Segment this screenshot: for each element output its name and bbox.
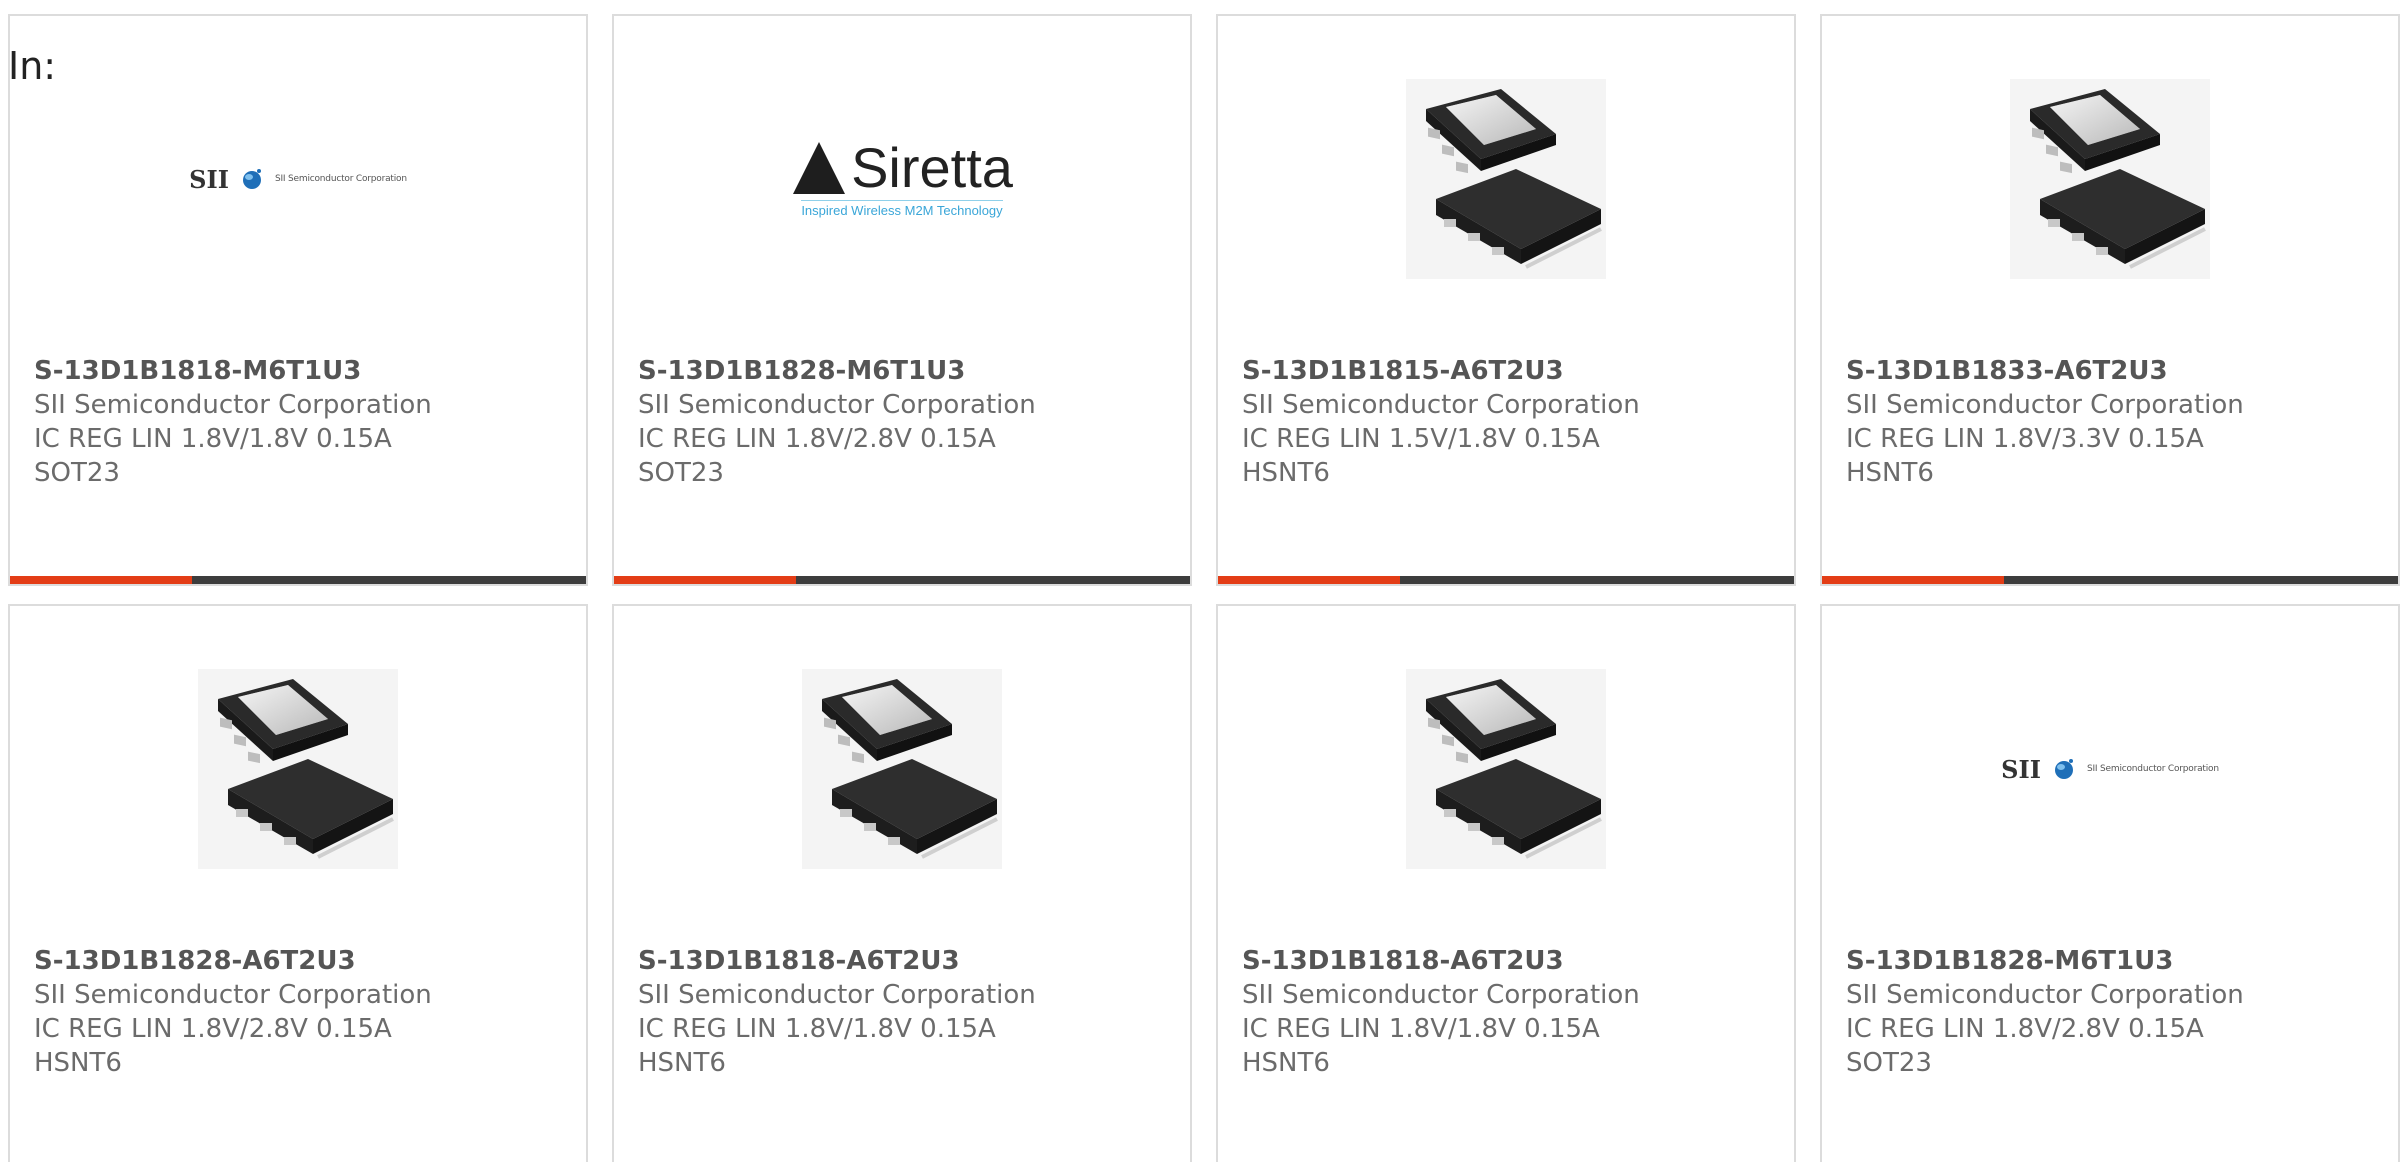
- manufacturer: SII Semiconductor Corporation: [1846, 390, 2244, 420]
- product-info: S-13D1B1828-M6T1U3 SII Semiconductor Cor…: [1846, 944, 2388, 1080]
- globe-icon: [2054, 759, 2073, 779]
- manufacturer: SII Semiconductor Corporation: [34, 980, 432, 1010]
- product-card[interactable]: S-13D1B1828-A6T2U3 SII Semiconductor Cor…: [8, 604, 588, 1162]
- product-info: S-13D1B1815-A6T2U3 SII Semiconductor Cor…: [1242, 354, 1784, 490]
- card-accent-bar: [10, 576, 192, 584]
- product-image: [10, 664, 586, 874]
- product-info: S-13D1B1833-A6T2U3 SII Semiconductor Cor…: [1846, 354, 2388, 490]
- part-number[interactable]: S-13D1B1818-M6T1U3: [34, 354, 576, 388]
- in-label: In:: [8, 44, 57, 88]
- description: IC REG LIN 1.8V/2.8V 0.15A: [34, 1014, 392, 1044]
- description: IC REG LIN 1.8V/2.8V 0.15A: [1846, 1014, 2204, 1044]
- description: IC REG LIN 1.5V/1.8V 0.15A: [1242, 424, 1600, 454]
- card-accent-bar: [1218, 576, 1400, 584]
- product-grid-page: In: SII SII Semiconductor Corporation S-…: [0, 0, 2400, 1162]
- product-info: S-13D1B1818-A6T2U3 SII Semiconductor Cor…: [638, 944, 1180, 1080]
- manufacturer: SII Semiconductor Corporation: [1242, 980, 1640, 1010]
- product-info: S-13D1B1818-A6T2U3 SII Semiconductor Cor…: [1242, 944, 1784, 1080]
- package: HSNT6: [34, 1048, 122, 1078]
- product-image: [1218, 74, 1794, 284]
- product-info: S-13D1B1828-A6T2U3 SII Semiconductor Cor…: [34, 944, 576, 1080]
- product-card[interactable]: SII SII Semiconductor Corporation S-13D1…: [8, 14, 588, 586]
- siretta-tagline: Inspired Wireless M2M Technology: [801, 200, 1003, 218]
- product-card[interactable]: S-13D1B1815-A6T2U3 SII Semiconductor Cor…: [1216, 14, 1796, 586]
- package: SOT23: [1846, 1048, 1932, 1078]
- manufacturer: SII Semiconductor Corporation: [1242, 390, 1640, 420]
- part-number[interactable]: S-13D1B1818-A6T2U3: [1242, 944, 1784, 978]
- package: HSNT6: [1242, 1048, 1330, 1078]
- product-card[interactable]: S-13D1B1818-A6T2U3 SII Semiconductor Cor…: [612, 604, 1192, 1162]
- product-image: [1822, 74, 2398, 284]
- manufacturer: SII Semiconductor Corporation: [34, 390, 432, 420]
- card-accent-bar: [614, 576, 796, 584]
- chip-package-icon: [1406, 79, 1606, 279]
- manufacturer: SII Semiconductor Corporation: [1846, 980, 2244, 1010]
- chip-package-icon: [802, 669, 1002, 869]
- product-image: [614, 664, 1190, 874]
- part-number[interactable]: S-13D1B1828-M6T1U3: [1846, 944, 2388, 978]
- description: IC REG LIN 1.8V/1.8V 0.15A: [34, 424, 392, 454]
- part-number[interactable]: S-13D1B1818-A6T2U3: [638, 944, 1180, 978]
- product-info: S-13D1B1828-M6T1U3 SII Semiconductor Cor…: [638, 354, 1180, 490]
- sii-logo-sub: SII Semiconductor Corporation: [2086, 764, 2219, 774]
- chip-package-icon: [2010, 79, 2210, 279]
- chip-package-icon: [198, 669, 398, 869]
- card-bottom-bar: [1822, 576, 2398, 584]
- card-bottom-bar: [614, 576, 1190, 584]
- package: SOT23: [638, 458, 724, 488]
- chip-package-icon: [1406, 669, 1606, 869]
- manufacturer: SII Semiconductor Corporation: [638, 980, 1036, 1010]
- product-info: S-13D1B1818-M6T1U3 SII Semiconductor Cor…: [34, 354, 576, 490]
- manufacturer: SII Semiconductor Corporation: [638, 390, 1036, 420]
- sii-logo-mark: SII: [2001, 754, 2041, 784]
- sii-logo-sub: SII Semiconductor Corporation: [274, 174, 407, 184]
- globe-icon: [242, 169, 261, 189]
- product-image: SII SII Semiconductor Corporation: [1822, 664, 2398, 874]
- card-bottom-bar: [10, 576, 586, 584]
- package: HSNT6: [1846, 458, 1934, 488]
- product-card[interactable]: SII SII Semiconductor Corporation S-13D1…: [1820, 604, 2400, 1162]
- product-grid: SII SII Semiconductor Corporation S-13D1…: [8, 14, 2400, 1162]
- package: HSNT6: [1242, 458, 1330, 488]
- product-image: [1218, 664, 1794, 874]
- description: IC REG LIN 1.8V/1.8V 0.15A: [1242, 1014, 1600, 1044]
- sii-logo: SII SII Semiconductor Corporation: [2001, 755, 2219, 784]
- siretta-triangle-icon: [793, 142, 846, 194]
- package: SOT23: [34, 458, 120, 488]
- siretta-logo: Siretta Inspired Wireless M2M Technology: [791, 140, 1013, 218]
- product-card[interactable]: Siretta Inspired Wireless M2M Technology…: [612, 14, 1192, 586]
- part-number[interactable]: S-13D1B1828-A6T2U3: [34, 944, 576, 978]
- product-card[interactable]: S-13D1B1818-A6T2U3 SII Semiconductor Cor…: [1216, 604, 1796, 1162]
- part-number[interactable]: S-13D1B1833-A6T2U3: [1846, 354, 2388, 388]
- part-number[interactable]: S-13D1B1828-M6T1U3: [638, 354, 1180, 388]
- description: IC REG LIN 1.8V/1.8V 0.15A: [638, 1014, 996, 1044]
- part-number[interactable]: S-13D1B1815-A6T2U3: [1242, 354, 1784, 388]
- description: IC REG LIN 1.8V/3.3V 0.15A: [1846, 424, 2204, 454]
- sii-logo: SII SII Semiconductor Corporation: [189, 165, 407, 194]
- product-image: Siretta Inspired Wireless M2M Technology: [614, 74, 1190, 284]
- package: HSNT6: [638, 1048, 726, 1078]
- product-image: SII SII Semiconductor Corporation: [10, 74, 586, 284]
- product-card[interactable]: S-13D1B1833-A6T2U3 SII Semiconductor Cor…: [1820, 14, 2400, 586]
- card-bottom-bar: [1218, 576, 1794, 584]
- description: IC REG LIN 1.8V/2.8V 0.15A: [638, 424, 996, 454]
- card-accent-bar: [1822, 576, 2004, 584]
- sii-logo-mark: SII: [189, 164, 229, 194]
- siretta-wordmark: Siretta: [851, 136, 1013, 199]
